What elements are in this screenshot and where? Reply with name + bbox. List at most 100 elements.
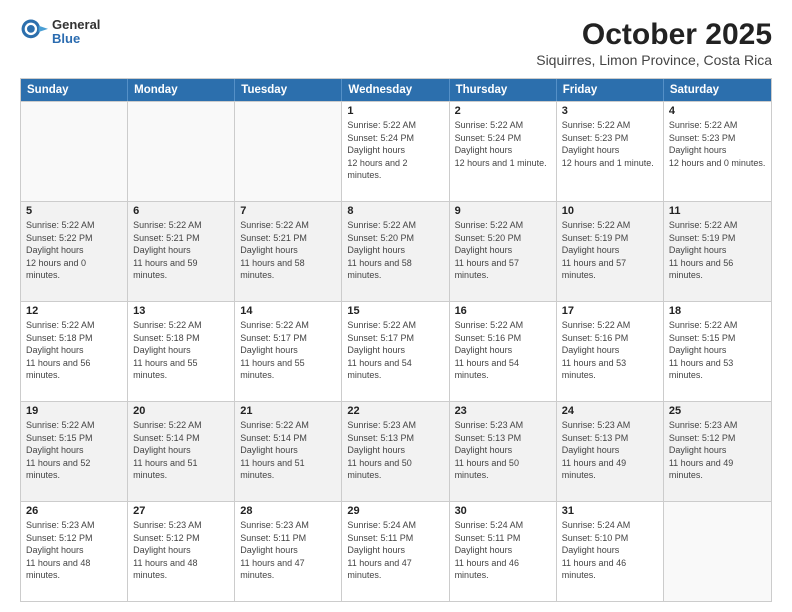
day-info: Sunrise: 5:22 AMSunset: 5:23 PMDaylight … bbox=[562, 119, 658, 169]
day-number: 12 bbox=[26, 305, 122, 317]
title-block: October 2025 Siquirres, Limon Province, … bbox=[536, 18, 772, 68]
calendar-cell: 7 Sunrise: 5:22 AMSunset: 5:21 PMDaylight… bbox=[235, 202, 342, 301]
calendar-cell: 8 Sunrise: 5:22 AMSunset: 5:20 PMDaylight… bbox=[342, 202, 449, 301]
day-info: Sunrise: 5:22 AMSunset: 5:19 PMDaylight … bbox=[562, 219, 658, 282]
calendar-cell: 22 Sunrise: 5:23 AMSunset: 5:13 PMDayligh… bbox=[342, 402, 449, 501]
day-info: Sunrise: 5:22 AMSunset: 5:16 PMDaylight … bbox=[562, 319, 658, 382]
day-info: Sunrise: 5:23 AMSunset: 5:12 PMDaylight … bbox=[669, 419, 766, 482]
calendar-cell: 30 Sunrise: 5:24 AMSunset: 5:11 PMDayligh… bbox=[450, 502, 557, 601]
day-info: Sunrise: 5:22 AMSunset: 5:15 PMDaylight … bbox=[669, 319, 766, 382]
day-number: 13 bbox=[133, 305, 229, 317]
day-info: Sunrise: 5:22 AMSunset: 5:20 PMDaylight … bbox=[455, 219, 551, 282]
calendar-cell: 17Sunrise: 5:22 AMSunset: 5:16 PMDayligh… bbox=[557, 302, 664, 401]
header-day-thursday: Thursday bbox=[450, 79, 557, 101]
day-number: 14 bbox=[240, 305, 336, 317]
calendar-cell: 6Sunrise: 5:22 AMSunset: 5:21 PMDaylight… bbox=[128, 202, 235, 301]
header-day-wednesday: Wednesday bbox=[342, 79, 449, 101]
day-number: 19 bbox=[26, 405, 122, 417]
day-info: Sunrise: 5:22 AMSunset: 5:24 PMDaylight … bbox=[455, 119, 551, 169]
day-info: Sunrise: 5:22 AMSunset: 5:14 PMDaylight … bbox=[133, 419, 229, 482]
day-info: Sunrise: 5:22 AMSunset: 5:14 PMDaylight … bbox=[240, 419, 336, 482]
day-info: Sunrise: 5:22 AMSunset: 5:20 PMDaylight … bbox=[347, 219, 443, 282]
calendar-cell: 12 Sunrise: 5:22 AMSunset: 5:18 PMDayligh… bbox=[21, 302, 128, 401]
calendar-cell: 24 Sunrise: 5:23 AMSunset: 5:13 PMDayligh… bbox=[557, 402, 664, 501]
day-info: Sunrise: 5:22 AMSunset: 5:21 PMDaylight … bbox=[133, 219, 229, 282]
day-info: Sunrise: 5:24 AMSunset: 5:10 PMDaylight … bbox=[562, 519, 658, 582]
calendar-row-2: 12 Sunrise: 5:22 AMSunset: 5:18 PMDayligh… bbox=[21, 301, 771, 401]
logo-blue: Blue bbox=[52, 32, 100, 46]
calendar-cell: 19 Sunrise: 5:22 AMSunset: 5:15 PMDayligh… bbox=[21, 402, 128, 501]
location-subtitle: Siquirres, Limon Province, Costa Rica bbox=[536, 52, 772, 68]
calendar-cell: 15Sunrise: 5:22 AMSunset: 5:17 PMDayligh… bbox=[342, 302, 449, 401]
day-number: 25 bbox=[669, 405, 766, 417]
day-number: 26 bbox=[26, 505, 122, 517]
day-number: 1 bbox=[347, 105, 443, 117]
calendar: SundayMondayTuesdayWednesdayThursdayFrid… bbox=[20, 78, 772, 602]
calendar-cell: 5Sunrise: 5:22 AMSunset: 5:22 PMDaylight… bbox=[21, 202, 128, 301]
day-number: 9 bbox=[455, 205, 551, 217]
header-day-saturday: Saturday bbox=[664, 79, 771, 101]
day-info: Sunrise: 5:23 AMSunset: 5:13 PMDaylight … bbox=[562, 419, 658, 482]
calendar-cell: 4Sunrise: 5:22 AMSunset: 5:23 PMDaylight… bbox=[664, 102, 771, 201]
calendar-cell: 11 Sunrise: 5:22 AMSunset: 5:19 PMDayligh… bbox=[664, 202, 771, 301]
day-number: 22 bbox=[347, 405, 443, 417]
day-info: Sunrise: 5:22 AMSunset: 5:21 PMDaylight … bbox=[240, 219, 336, 282]
logo-general: General bbox=[52, 18, 100, 32]
calendar-cell bbox=[21, 102, 128, 201]
calendar-cell: 10Sunrise: 5:22 AMSunset: 5:19 PMDayligh… bbox=[557, 202, 664, 301]
header-day-tuesday: Tuesday bbox=[235, 79, 342, 101]
day-number: 24 bbox=[562, 405, 658, 417]
day-number: 27 bbox=[133, 505, 229, 517]
day-info: Sunrise: 5:22 AMSunset: 5:17 PMDaylight … bbox=[240, 319, 336, 382]
day-info: Sunrise: 5:24 AMSunset: 5:11 PMDaylight … bbox=[347, 519, 443, 582]
calendar-cell: 28Sunrise: 5:23 AMSunset: 5:11 PMDayligh… bbox=[235, 502, 342, 601]
day-info: Sunrise: 5:22 AMSunset: 5:18 PMDaylight … bbox=[133, 319, 229, 382]
day-info: Sunrise: 5:23 AMSunset: 5:13 PMDaylight … bbox=[347, 419, 443, 482]
calendar-cell bbox=[128, 102, 235, 201]
calendar-cell: 14 Sunrise: 5:22 AMSunset: 5:17 PMDayligh… bbox=[235, 302, 342, 401]
day-number: 4 bbox=[669, 105, 766, 117]
day-info: Sunrise: 5:22 AMSunset: 5:15 PMDaylight … bbox=[26, 419, 122, 482]
header-day-sunday: Sunday bbox=[21, 79, 128, 101]
day-info: Sunrise: 5:22 AMSunset: 5:18 PMDaylight … bbox=[26, 319, 122, 382]
page: General Blue October 2025 Siquirres, Lim… bbox=[0, 0, 792, 612]
calendar-body: 1 Sunrise: 5:22 AMSunset: 5:24 PMDaylight… bbox=[21, 101, 771, 601]
calendar-cell: 2 Sunrise: 5:22 AMSunset: 5:24 PMDaylight… bbox=[450, 102, 557, 201]
day-info: Sunrise: 5:22 AMSunset: 5:22 PMDaylight … bbox=[26, 219, 122, 282]
calendar-cell: 23Sunrise: 5:23 AMSunset: 5:13 PMDayligh… bbox=[450, 402, 557, 501]
calendar-cell: 1Sunrise: 5:22 AMSunset: 5:24 PMDaylight… bbox=[342, 102, 449, 201]
day-number: 7 bbox=[240, 205, 336, 217]
logo-text: General Blue bbox=[52, 18, 100, 47]
calendar-row-1: 5Sunrise: 5:22 AMSunset: 5:22 PMDaylight… bbox=[21, 201, 771, 301]
day-number: 23 bbox=[455, 405, 551, 417]
header-day-monday: Monday bbox=[128, 79, 235, 101]
day-number: 29 bbox=[347, 505, 443, 517]
day-info: Sunrise: 5:22 AMSunset: 5:19 PMDaylight … bbox=[669, 219, 766, 282]
day-info: Sunrise: 5:22 AMSunset: 5:17 PMDaylight … bbox=[347, 319, 443, 382]
day-number: 18 bbox=[669, 305, 766, 317]
calendar-cell: 31 Sunrise: 5:24 AMSunset: 5:10 PMDayligh… bbox=[557, 502, 664, 601]
day-info: Sunrise: 5:22 AMSunset: 5:16 PMDaylight … bbox=[455, 319, 551, 382]
page-header: General Blue October 2025 Siquirres, Lim… bbox=[20, 18, 772, 68]
day-number: 3 bbox=[562, 105, 658, 117]
calendar-cell: 13 Sunrise: 5:22 AMSunset: 5:18 PMDayligh… bbox=[128, 302, 235, 401]
calendar-cell: 18 Sunrise: 5:22 AMSunset: 5:15 PMDayligh… bbox=[664, 302, 771, 401]
calendar-row-4: 26Sunrise: 5:23 AMSunset: 5:12 PMDayligh… bbox=[21, 501, 771, 601]
day-number: 21 bbox=[240, 405, 336, 417]
calendar-row-3: 19 Sunrise: 5:22 AMSunset: 5:15 PMDayligh… bbox=[21, 401, 771, 501]
calendar-cell bbox=[235, 102, 342, 201]
day-number: 16 bbox=[455, 305, 551, 317]
day-number: 11 bbox=[669, 205, 766, 217]
day-number: 8 bbox=[347, 205, 443, 217]
calendar-cell: 25 Sunrise: 5:23 AMSunset: 5:12 PMDayligh… bbox=[664, 402, 771, 501]
calendar-cell: 9 Sunrise: 5:22 AMSunset: 5:20 PMDaylight… bbox=[450, 202, 557, 301]
calendar-cell: 27Sunrise: 5:23 AMSunset: 5:12 PMDayligh… bbox=[128, 502, 235, 601]
calendar-cell: 26Sunrise: 5:23 AMSunset: 5:12 PMDayligh… bbox=[21, 502, 128, 601]
day-number: 30 bbox=[455, 505, 551, 517]
calendar-cell: 29 Sunrise: 5:24 AMSunset: 5:11 PMDayligh… bbox=[342, 502, 449, 601]
day-number: 31 bbox=[562, 505, 658, 517]
day-number: 20 bbox=[133, 405, 229, 417]
header-day-friday: Friday bbox=[557, 79, 664, 101]
day-info: Sunrise: 5:24 AMSunset: 5:11 PMDaylight … bbox=[455, 519, 551, 582]
day-number: 2 bbox=[455, 105, 551, 117]
